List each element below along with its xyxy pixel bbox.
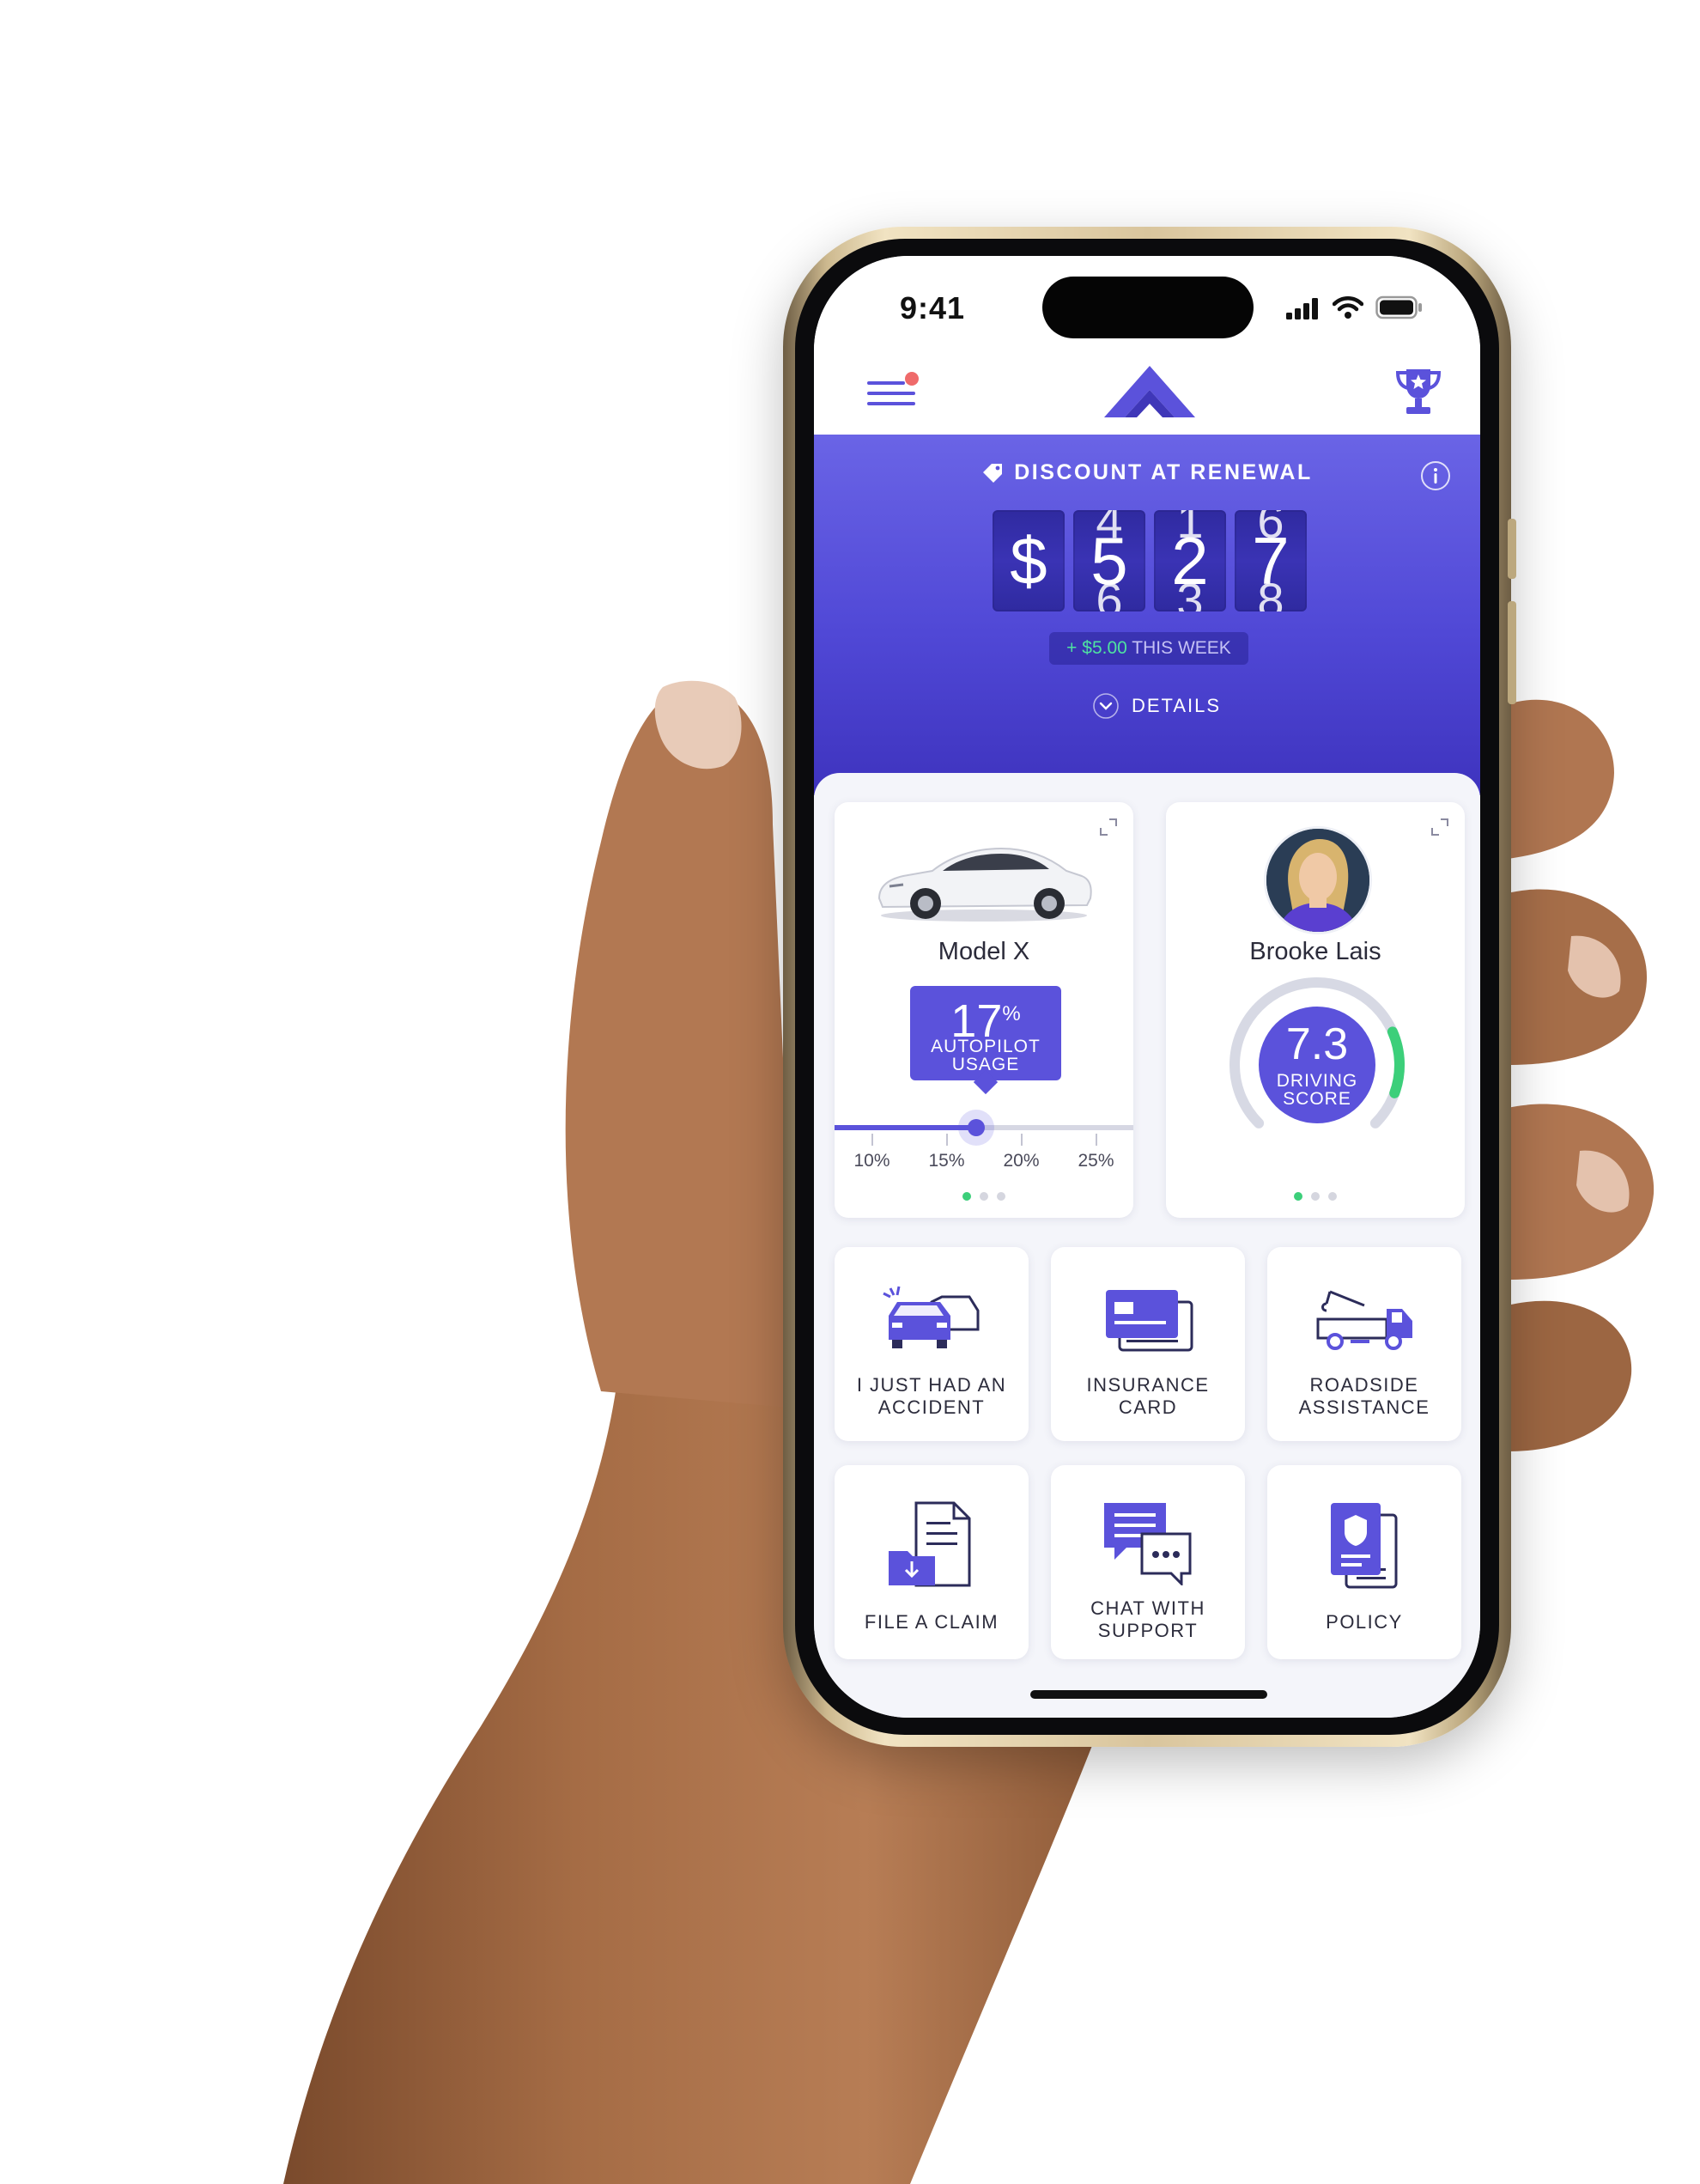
- discount-amount: $ 456 123 678: [993, 510, 1307, 611]
- wifi-icon: [1333, 296, 1363, 319]
- phone-side-button: [1508, 519, 1516, 579]
- app-header: [814, 350, 1480, 435]
- avatar: [1264, 826, 1372, 934]
- slider-tick: [1020, 1134, 1023, 1146]
- status-bar: 9:41: [814, 256, 1480, 350]
- driving-score-caption: DRIVING SCORE: [1259, 1072, 1375, 1108]
- page-dot[interactable]: [997, 1192, 1005, 1201]
- chevron-down-icon: [1093, 693, 1119, 719]
- policy-icon: [1331, 1503, 1398, 1589]
- roadside-tile-label: ROADSIDE ASSISTANCE: [1267, 1374, 1461, 1419]
- accident-tile-label: I JUST HAD AN ACCIDENT: [835, 1374, 1029, 1419]
- driving-score-caption-line-2: SCORE: [1283, 1089, 1351, 1109]
- score-ring-progress: [1387, 1026, 1405, 1098]
- tile-label-line-2: CARD: [1118, 1396, 1178, 1418]
- car-image: [877, 847, 1092, 922]
- phone-screen: 9:41 DISCOUNT AT RENEWAL $ 4 5 6 1 2 3 6…: [814, 256, 1480, 1718]
- chat-support-tile-label: CHAT WITH SUPPORT: [1051, 1597, 1245, 1642]
- expand-icon[interactable]: [1430, 818, 1449, 836]
- weekly-change-value: + $5.00: [1066, 638, 1127, 658]
- vehicle-page-dots: [835, 1192, 1133, 1201]
- home-indicator[interactable]: [1030, 1690, 1267, 1699]
- vehicle-name: Model X: [938, 938, 1030, 965]
- vehicle-card[interactable]: Model X 17% AUTOPILOT USAGE 10% 15% 20% 25%: [835, 802, 1133, 1218]
- accident-tile[interactable]: I JUST HAD AN ACCIDENT: [835, 1247, 1029, 1441]
- autopilot-slider-fill: [835, 1125, 977, 1130]
- driver-photo: [1266, 829, 1369, 932]
- tile-label-line-1: ROADSIDE: [1309, 1374, 1419, 1396]
- autopilot-badge: 17% AUTOPILOT USAGE: [910, 986, 1061, 1080]
- driver-name: Brooke Lais: [1249, 938, 1381, 965]
- weekly-change-period: THIS WEEK: [1132, 638, 1231, 658]
- page-dot[interactable]: [1294, 1192, 1302, 1201]
- slider-tick-label: 10%: [853, 1151, 890, 1171]
- insurance-card-tile[interactable]: INSURANCE CARD: [1051, 1247, 1245, 1441]
- discount-title: DISCOUNT AT RENEWAL: [814, 460, 1480, 485]
- policy-tile-label: POLICY: [1267, 1611, 1461, 1633]
- details-label: DETAILS: [1132, 695, 1222, 716]
- chat-icon: [1104, 1503, 1192, 1585]
- logo-icon: [1104, 366, 1195, 417]
- file-claim-tile-label: FILE A CLAIM: [835, 1611, 1029, 1633]
- slider-tick-label: 20%: [1003, 1151, 1040, 1171]
- weekly-change-badge: + $5.00 THIS WEEK: [1049, 632, 1248, 665]
- expand-icon[interactable]: [1099, 818, 1118, 836]
- signal-icon: [1286, 298, 1318, 319]
- car-crash-icon: [883, 1286, 980, 1348]
- autopilot-caption: AUTOPILOT USAGE: [910, 1037, 1061, 1074]
- details-button[interactable]: DETAILS: [1092, 689, 1221, 723]
- slider-tick-label: 25%: [1078, 1151, 1114, 1171]
- autopilot-caption-line-2: USAGE: [951, 1055, 1020, 1074]
- driver-page-dots: [1166, 1192, 1465, 1201]
- info-icon[interactable]: [1420, 460, 1451, 491]
- roadside-tile[interactable]: ROADSIDE ASSISTANCE: [1267, 1247, 1461, 1441]
- status-time: 9:41: [900, 290, 966, 325]
- dynamic-island: [1042, 277, 1254, 338]
- price-tag-icon: [983, 464, 1003, 484]
- phone-side-button: [1508, 601, 1516, 704]
- discount-title-text: DISCOUNT AT RENEWAL: [1014, 460, 1313, 484]
- tile-label-line-1: FILE A CLAIM: [864, 1611, 999, 1633]
- driving-score-badge: 7.3 DRIVING SCORE: [1259, 1007, 1375, 1123]
- slider-tick-label: 15%: [928, 1151, 965, 1171]
- tow-truck-icon: [1316, 1290, 1412, 1350]
- driving-score-value: 7.3: [1285, 1019, 1349, 1069]
- insurance-card-tile-label: INSURANCE CARD: [1051, 1374, 1245, 1419]
- trophy-icon[interactable]: [1394, 366, 1442, 417]
- slider-tick: [871, 1134, 873, 1146]
- page-dot[interactable]: [1328, 1192, 1337, 1201]
- tile-label-line-1: INSURANCE: [1086, 1374, 1210, 1396]
- battery-icon: [1375, 295, 1422, 319]
- status-icons: [1286, 294, 1424, 319]
- file-claim-icon: [889, 1501, 971, 1587]
- slider-tick: [945, 1134, 948, 1146]
- tile-label-line-2: ACCIDENT: [877, 1396, 986, 1418]
- dashboard-panel: Model X 17% AUTOPILOT USAGE 10% 15% 20% 25%: [814, 773, 1480, 1718]
- page-dot[interactable]: [1311, 1192, 1320, 1201]
- file-claim-tile[interactable]: FILE A CLAIM: [835, 1465, 1029, 1659]
- discount-digit: 678: [1235, 510, 1307, 611]
- page-dot[interactable]: [980, 1192, 988, 1201]
- currency-symbol: $: [993, 510, 1065, 611]
- tile-label-line-2: SUPPORT: [1097, 1620, 1199, 1641]
- chat-support-tile[interactable]: CHAT WITH SUPPORT: [1051, 1465, 1245, 1659]
- page-dot[interactable]: [962, 1192, 971, 1201]
- discount-digit: 123: [1154, 510, 1226, 611]
- autopilot-caption-line-1: AUTOPILOT: [931, 1037, 1041, 1056]
- policy-tile[interactable]: POLICY: [1267, 1465, 1461, 1659]
- tile-label-line-1: I JUST HAD AN: [856, 1374, 1007, 1396]
- menu-icon[interactable]: [865, 371, 920, 414]
- discount-hero: DISCOUNT AT RENEWAL $ 456 123 678 + $5.0…: [814, 435, 1480, 795]
- discount-digit: 456: [1073, 510, 1145, 611]
- driver-card[interactable]: Brooke Lais 7.3 DRIVING SCORE: [1166, 802, 1465, 1218]
- autopilot-unit: %: [1002, 1002, 1021, 1025]
- insurance-card-icon: [1106, 1290, 1193, 1352]
- tile-label-line-1: CHAT WITH: [1090, 1597, 1205, 1619]
- tile-label-line-2: ASSISTANCE: [1298, 1396, 1430, 1418]
- tile-label-line-1: POLICY: [1326, 1611, 1403, 1633]
- slider-tick: [1095, 1134, 1097, 1146]
- driving-score-caption-line-1: DRIVING: [1276, 1071, 1358, 1091]
